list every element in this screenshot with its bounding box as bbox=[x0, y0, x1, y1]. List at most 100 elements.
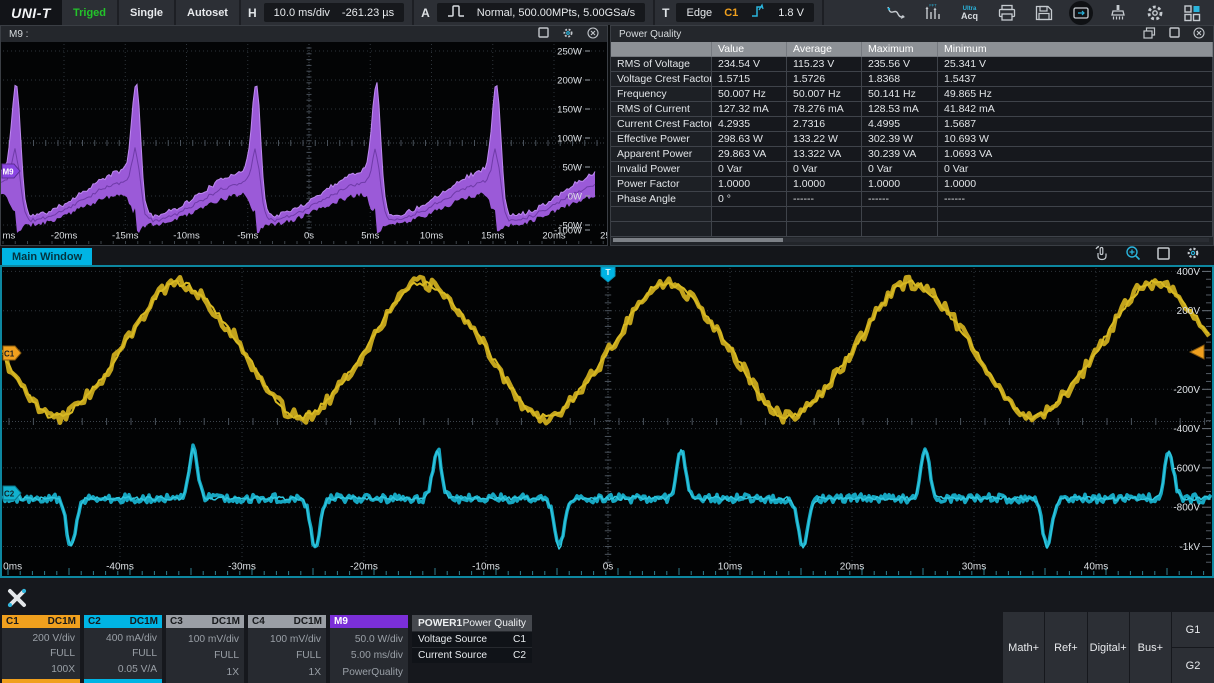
gear-icon[interactable] bbox=[1186, 246, 1200, 265]
channel-coupling: DC1M bbox=[130, 616, 158, 627]
trigger-group: T Edge C1 1.8 V bbox=[655, 0, 824, 25]
channel-id: M9 bbox=[334, 616, 348, 627]
channel-setting: FULL bbox=[253, 650, 321, 661]
ref-plus-button[interactable]: Ref+ bbox=[1045, 612, 1086, 683]
channel-card-C2[interactable]: C2DC1M400 mA/divFULL0.05 V/A bbox=[84, 615, 162, 683]
timebase-box[interactable]: 10.0 ms/div -261.23 µs bbox=[264, 3, 404, 22]
pq-cell: 50.141 Hz bbox=[862, 87, 938, 102]
clear-icon[interactable] bbox=[1099, 0, 1136, 25]
pq-titlebar[interactable]: Power Quality bbox=[611, 26, 1213, 43]
tab-main-window[interactable]: Main Window bbox=[2, 248, 92, 265]
pq-cell: 0 Var bbox=[862, 162, 938, 177]
channel-id: C3 bbox=[170, 616, 183, 627]
m9-plot: 250W200W150W100W50W0W-50W-100Wms-20ms-15… bbox=[1, 42, 607, 245]
channel-card-M9[interactable]: M950.0 W/div5.00 ms/divPowerQuality bbox=[330, 615, 408, 683]
svg-text:200V: 200V bbox=[1177, 306, 1201, 317]
svg-text:FFT: FFT bbox=[929, 4, 937, 8]
pq-cell: Frequency bbox=[611, 87, 712, 102]
power1-row: Current Source C2 bbox=[412, 647, 532, 663]
channel-id: C2 bbox=[88, 616, 101, 627]
m9-titlebar[interactable]: M9 : bbox=[1, 26, 607, 43]
acquire-box[interactable]: Normal, 500.00MPts, 5.00GSa/s bbox=[437, 3, 645, 22]
svg-text:-10ms: -10ms bbox=[472, 562, 500, 573]
channel-card-C3[interactable]: C3DC1M100 mV/divFULL1X bbox=[166, 615, 244, 683]
single-button[interactable]: Single bbox=[119, 0, 176, 25]
power1-row-value: C2 bbox=[513, 650, 526, 661]
save-icon[interactable] bbox=[1025, 0, 1062, 25]
touch-icon[interactable] bbox=[1093, 245, 1109, 266]
pq-table-row: Effective Power298.63 W133.22 W302.39 W1… bbox=[611, 132, 1213, 147]
channel-card-C4[interactable]: C4DC1M100 mV/divFULL1X bbox=[248, 615, 326, 683]
pq-cell: 0 ° bbox=[712, 192, 787, 207]
svg-text:M9: M9 bbox=[3, 168, 15, 177]
h-badge: H bbox=[248, 6, 257, 20]
svg-text:T: T bbox=[605, 267, 611, 277]
pq-table-row: Current Crest Factor4.29352.73164.49951.… bbox=[611, 117, 1213, 132]
pq-cell: 78.276 mA bbox=[787, 102, 862, 117]
bus-plus-button[interactable]: Bus+ bbox=[1130, 612, 1171, 683]
pq-cell bbox=[712, 222, 787, 237]
acq-ultra-icon[interactable]: UltraAcq bbox=[951, 0, 988, 25]
probe-tools-icon[interactable] bbox=[4, 585, 30, 616]
pq-cell bbox=[611, 207, 712, 222]
maximize-icon[interactable] bbox=[1157, 247, 1170, 265]
power1-card[interactable]: POWER1Power QualityVoltage SourceC1Curre… bbox=[412, 615, 532, 663]
settings-icon[interactable] bbox=[1136, 0, 1173, 25]
close-icon[interactable] bbox=[1193, 27, 1205, 42]
brand-logo: UNI-T bbox=[0, 0, 62, 25]
pq-cell: 30.239 VA bbox=[862, 147, 938, 162]
pq-cell: 298.63 W bbox=[712, 132, 787, 147]
cascade-icon[interactable] bbox=[1143, 27, 1156, 42]
autoset-button[interactable]: Autoset bbox=[176, 0, 241, 25]
pq-hscrollbar[interactable] bbox=[613, 238, 1209, 242]
g1-button[interactable]: G1 bbox=[1172, 612, 1214, 647]
power-quality-window: Power Quality ValueAverageMaximumMinimum… bbox=[610, 25, 1214, 246]
pq-hscrollbar-thumb[interactable] bbox=[613, 238, 783, 242]
g2-button[interactable]: G2 bbox=[1172, 648, 1214, 683]
maximize-icon[interactable] bbox=[1169, 27, 1180, 41]
power1-mode: Power Quality bbox=[463, 618, 526, 629]
channel-cards: C1DC1M200 V/divFULL100X C2 DC1M 400 mA/div F… bbox=[2, 615, 532, 683]
digital-plus-button[interactable]: Digital+ bbox=[1088, 612, 1129, 683]
zoom-in-icon[interactable] bbox=[1125, 245, 1141, 266]
pq-cell: 1.5726 bbox=[787, 72, 862, 87]
svg-text:ms: ms bbox=[3, 231, 16, 242]
pq-header-cell: Value bbox=[712, 42, 787, 57]
pq-cell: 50.007 Hz bbox=[712, 87, 787, 102]
svg-text:100W: 100W bbox=[557, 134, 582, 145]
svg-text:5ms: 5ms bbox=[361, 231, 379, 242]
pq-table-row: Voltage Crest Factor1.57151.57261.83681.… bbox=[611, 72, 1213, 87]
gear-icon[interactable] bbox=[562, 27, 574, 42]
pq-header-cell: Maximum bbox=[862, 42, 938, 57]
power1-row-label: Current Source bbox=[418, 650, 487, 661]
trigger-type: Edge bbox=[686, 7, 712, 19]
close-icon[interactable] bbox=[587, 27, 599, 42]
svg-text:-20ms: -20ms bbox=[350, 562, 378, 573]
channel-card-C1[interactable]: C1DC1M200 V/divFULL100X bbox=[2, 615, 80, 683]
wave-measure-icon[interactable] bbox=[877, 0, 914, 25]
pq-cell bbox=[862, 222, 938, 237]
window-divider bbox=[608, 25, 610, 246]
math-plus-button[interactable]: Math+ bbox=[1003, 612, 1044, 683]
trigger-box[interactable]: Edge C1 1.8 V bbox=[676, 3, 813, 22]
pq-cell: 235.56 V bbox=[862, 57, 938, 72]
pq-cell: ------ bbox=[787, 192, 862, 207]
print-icon[interactable] bbox=[988, 0, 1025, 25]
channel-id: C1 bbox=[6, 616, 19, 627]
apps-icon[interactable] bbox=[1173, 0, 1210, 25]
toolbar-icons: FFT UltraAcq bbox=[877, 0, 1214, 25]
channel-setting: 100 mV/div bbox=[253, 634, 321, 645]
channel-setting: FULL bbox=[171, 650, 239, 661]
pq-window-title: Power Quality bbox=[619, 29, 681, 40]
pq-cell: 2.7316 bbox=[787, 117, 862, 132]
pq-cell bbox=[787, 207, 862, 222]
svg-text:0s: 0s bbox=[304, 231, 314, 242]
channel-setting: PowerQuality bbox=[335, 667, 403, 678]
fft-icon[interactable]: FFT bbox=[914, 0, 951, 25]
screenshot-icon[interactable] bbox=[1062, 0, 1099, 25]
channel-setting: 400 mA/div bbox=[89, 633, 157, 644]
svg-text:-15ms: -15ms bbox=[112, 231, 139, 242]
maximize-icon[interactable] bbox=[538, 27, 549, 41]
pq-header-row: ValueAverageMaximumMinimum bbox=[611, 42, 1213, 57]
pq-table-row bbox=[611, 207, 1213, 222]
